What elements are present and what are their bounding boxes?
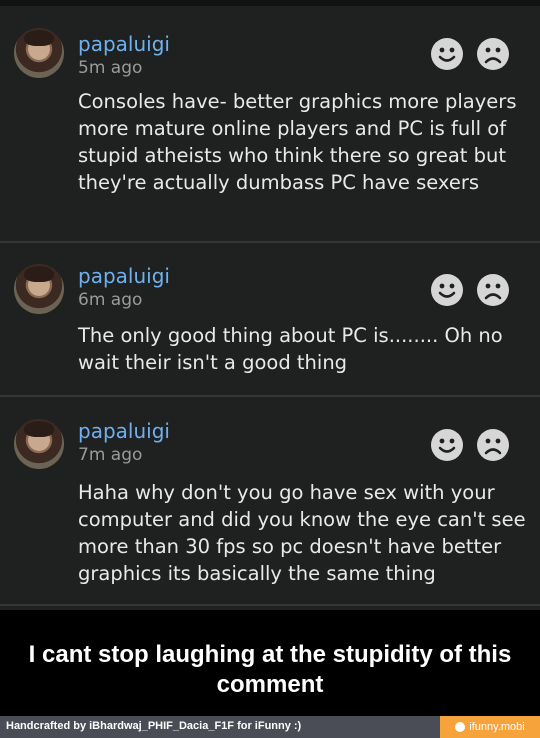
comment-text: Consoles have- better graphics more play… — [78, 90, 517, 194]
frown-icon[interactable] — [477, 429, 509, 461]
smile-icon[interactable] — [431, 429, 463, 461]
comment-timestamp: 5m ago — [78, 58, 143, 78]
smile-icon[interactable] — [431, 274, 463, 306]
frown-icon[interactable] — [477, 274, 509, 306]
comment-timestamp: 7m ago — [78, 445, 143, 465]
comment-timestamp: 6m ago — [78, 290, 143, 310]
brand-label: ifunny.mobi — [469, 721, 525, 733]
avatar[interactable] — [14, 264, 64, 314]
comment-item: papaluigi 7m ago Haha why don't you go h… — [0, 397, 540, 606]
frown-icon[interactable] — [477, 38, 509, 70]
credit-text: Handcrafted by iBhardwaj_PHIF_Dacia_F1F … — [6, 720, 302, 732]
brand-link[interactable]: ifunny.mobi — [440, 716, 540, 738]
comment-username[interactable]: papaluigi — [78, 264, 170, 288]
comment-feed: papaluigi 5m ago Consoles have- better g… — [0, 0, 540, 610]
footer-bar: Handcrafted by iBhardwaj_PHIF_Dacia_F1F … — [0, 716, 540, 738]
caption-text: I cant stop laughing at the stupidity of… — [28, 641, 512, 698]
avatar[interactable] — [14, 28, 64, 78]
comment-text: Haha why don't you go have sex with your… — [78, 481, 526, 585]
avatar[interactable] — [14, 419, 64, 469]
comment-text: The only good thing about PC is........ … — [78, 324, 503, 374]
comment-username[interactable]: papaluigi — [78, 419, 170, 443]
smile-icon[interactable] — [431, 38, 463, 70]
ifunny-logo-icon — [455, 722, 466, 732]
comment-item: papaluigi 5m ago Consoles have- better g… — [0, 6, 540, 243]
comment-username[interactable]: papaluigi — [78, 32, 170, 56]
comment-item: papaluigi 6m ago The only good thing abo… — [0, 243, 540, 397]
meme-caption: I cant stop laughing at the stupidity of… — [0, 610, 540, 716]
